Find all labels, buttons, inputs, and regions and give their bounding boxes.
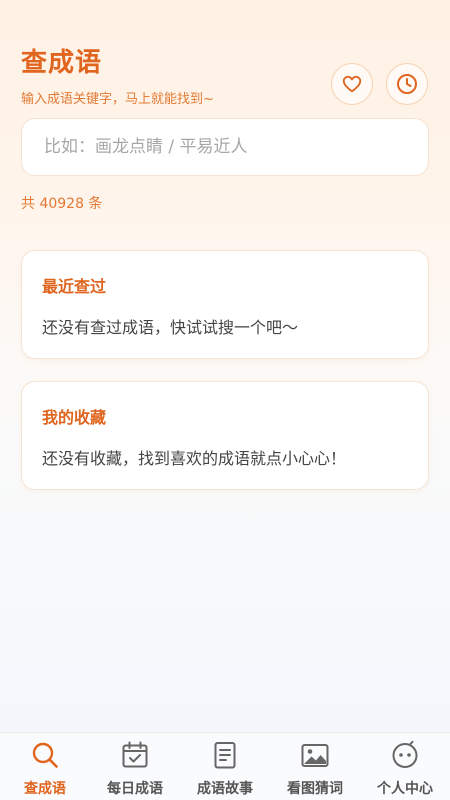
clock-icon bbox=[397, 74, 417, 94]
header: 查成语 输入成语关键字，马上就能找到~ 共 40928 条 bbox=[0, 0, 450, 230]
face-icon bbox=[392, 740, 418, 768]
tab-picture-guess[interactable]: 看图猜词 bbox=[270, 733, 360, 800]
tab-bar: 查成语 每日成语 成语故事 看图猜词 个人中心 bbox=[0, 732, 450, 800]
page-title: 查成语 bbox=[21, 48, 103, 78]
favorites-button[interactable] bbox=[331, 63, 373, 105]
tab-label: 每日成语 bbox=[107, 781, 163, 797]
favorites-empty-text: 还没有收藏，找到喜欢的成语就点小心心！ bbox=[42, 449, 347, 468]
idiom-count: 共 40928 条 bbox=[21, 196, 103, 212]
book-icon bbox=[214, 742, 236, 769]
favorites-card: 我的收藏 还没有收藏，找到喜欢的成语就点小心心！ bbox=[21, 381, 429, 490]
calendar-check-icon bbox=[122, 741, 148, 768]
tab-daily-idiom[interactable]: 每日成语 bbox=[90, 733, 180, 800]
tab-label: 成语故事 bbox=[197, 781, 253, 797]
tab-profile[interactable]: 个人中心 bbox=[360, 733, 450, 800]
recent-card: 最近查过 还没有查过成语，快试试搜一个吧～ bbox=[21, 250, 429, 359]
search-input[interactable] bbox=[42, 136, 408, 158]
tab-label: 查成语 bbox=[24, 781, 66, 797]
recent-title: 最近查过 bbox=[42, 277, 107, 296]
favorites-title: 我的收藏 bbox=[42, 408, 107, 427]
tab-search-idiom[interactable]: 查成语 bbox=[0, 733, 90, 800]
page-subtitle: 输入成语关键字，马上就能找到~ bbox=[21, 92, 214, 107]
tab-idiom-stories[interactable]: 成语故事 bbox=[180, 733, 270, 800]
tab-label: 个人中心 bbox=[377, 781, 433, 797]
search-icon bbox=[32, 742, 58, 768]
heart-icon bbox=[342, 75, 362, 93]
history-button[interactable] bbox=[386, 63, 428, 105]
search-box[interactable] bbox=[21, 118, 429, 176]
image-icon bbox=[301, 744, 329, 767]
tab-label: 看图猜词 bbox=[287, 781, 343, 797]
recent-empty-text: 还没有查过成语，快试试搜一个吧～ bbox=[42, 318, 299, 337]
